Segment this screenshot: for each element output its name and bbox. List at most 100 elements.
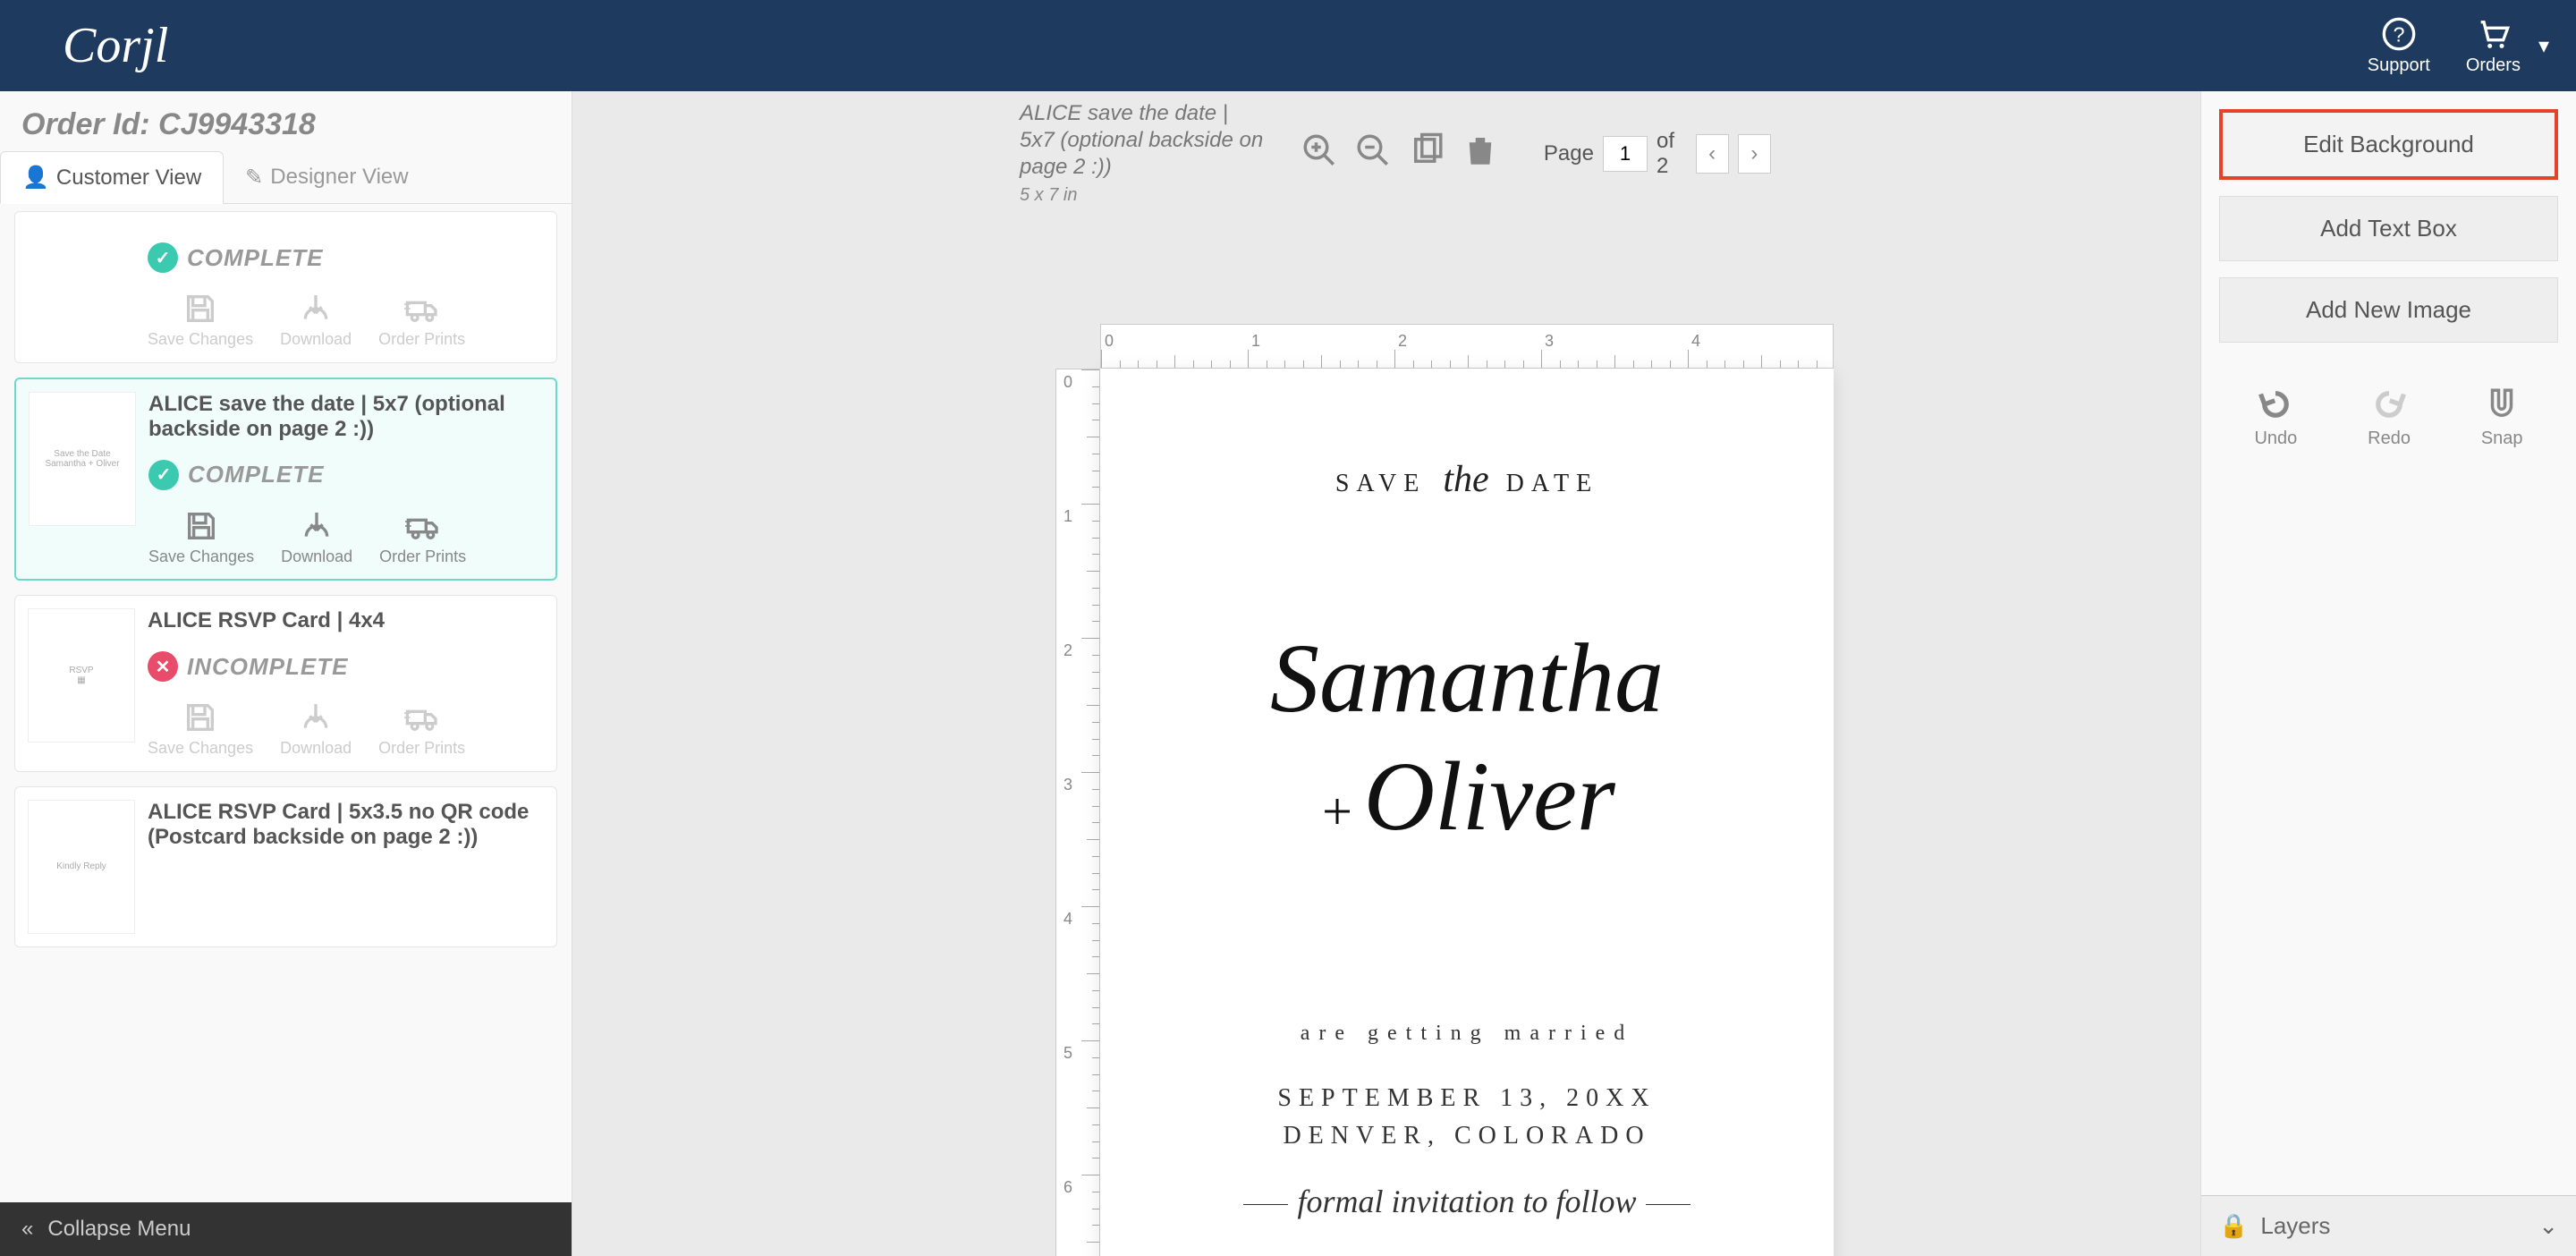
pencil-icon bbox=[245, 165, 263, 191]
magnet-icon bbox=[2483, 386, 2521, 423]
truck-icon bbox=[405, 508, 441, 544]
tab-designer-label: Designer View bbox=[270, 165, 408, 190]
item-card[interactable]: RSVP▦ ALICE RSVP Card | 4x4 ✕ INCOMPLETE… bbox=[14, 595, 557, 772]
zoom-in-button[interactable] bbox=[1301, 132, 1338, 175]
lock-icon: 🔒 bbox=[2219, 1212, 2248, 1240]
delete-button[interactable] bbox=[1462, 132, 1499, 175]
save-icon bbox=[183, 508, 219, 544]
save-the-date-heading[interactable]: SAVE the DATE bbox=[1100, 458, 1834, 501]
save-changes-button[interactable]: Save Changes bbox=[148, 508, 254, 567]
item-actions: Save Changes Download Order Prints bbox=[148, 291, 544, 350]
item-body: ALICE save the date | 5x7 (optional back… bbox=[148, 392, 543, 567]
download-button[interactable]: Download bbox=[280, 700, 352, 759]
trash-icon bbox=[1462, 132, 1499, 169]
save-changes-button[interactable]: Save Changes bbox=[148, 700, 253, 759]
item-card[interactable]: Save the DateSamantha + Oliver ALICE sav… bbox=[14, 378, 557, 581]
add-new-image-button[interactable]: Add New Image bbox=[2219, 277, 2558, 343]
status-row: ✓ COMPLETE bbox=[148, 460, 543, 490]
item-card[interactable]: ✓ COMPLETE Save Changes Download Order P… bbox=[14, 211, 557, 363]
order-prints-button[interactable]: Order Prints bbox=[378, 700, 465, 759]
download-icon bbox=[298, 291, 334, 327]
ruler-vertical: 0123456 bbox=[1055, 369, 1100, 1256]
ruler-tick-label: 3 bbox=[1063, 776, 1072, 794]
ruler-tick-label: 5 bbox=[1063, 1044, 1072, 1063]
getting-married-text[interactable]: are getting married bbox=[1100, 1022, 1834, 1046]
user-menu-dropdown[interactable]: ▾ bbox=[2538, 33, 2549, 59]
download-button[interactable]: Download bbox=[280, 291, 352, 350]
page-prev-button[interactable]: ‹ bbox=[1696, 134, 1729, 174]
item-card[interactable]: Kindly Reply ALICE RSVP Card | 5x3.5 no … bbox=[14, 786, 557, 947]
layers-panel-toggle[interactable]: 🔒 Layers ⌄ bbox=[2201, 1195, 2576, 1256]
app-header: Corjl ? Support Orders ▾ bbox=[0, 0, 2576, 91]
download-button[interactable]: Download bbox=[281, 508, 352, 567]
date-word: DATE bbox=[1506, 470, 1599, 497]
plus-symbol: + bbox=[1318, 782, 1355, 841]
save-icon bbox=[182, 700, 218, 735]
page-of-label: of 2 bbox=[1657, 129, 1687, 179]
download-icon bbox=[298, 700, 334, 735]
item-title: ALICE save the date | 5x7 (optional back… bbox=[148, 392, 543, 442]
check-icon: ✓ bbox=[148, 460, 179, 490]
item-body: ALICE RSVP Card | 5x3.5 no QR code (Post… bbox=[148, 800, 544, 934]
chevron-down-icon: ⌄ bbox=[2538, 1212, 2558, 1240]
help-icon: ? bbox=[2381, 16, 2417, 52]
undo-label: Undo bbox=[2254, 429, 2297, 449]
zoom-in-icon bbox=[1301, 132, 1338, 169]
status-row: ✕ INCOMPLETE bbox=[148, 651, 544, 682]
names-block[interactable]: Samantha +Oliver bbox=[1100, 619, 1834, 855]
order-prints-button[interactable]: Order Prints bbox=[379, 508, 466, 567]
ruler-tick-label: 2 bbox=[1063, 641, 1072, 660]
page-label: Page bbox=[1544, 141, 1594, 166]
ruler-tick-label: 2 bbox=[1398, 332, 1407, 351]
ruler-horizontal: 01234 bbox=[1100, 324, 1834, 369]
item-title: ALICE RSVP Card | 5x3.5 no QR code (Post… bbox=[148, 800, 544, 850]
order-prints-button[interactable]: Order Prints bbox=[378, 291, 465, 350]
truck-icon bbox=[404, 291, 440, 327]
cart-icon bbox=[2475, 16, 2511, 52]
event-location: DENVER, COLORADO bbox=[1100, 1117, 1834, 1155]
zoom-out-button[interactable] bbox=[1354, 132, 1392, 175]
canvas-area: ALICE save the date | 5x7 (optional back… bbox=[572, 91, 2200, 1256]
canvas-header: ALICE save the date | 5x7 (optional back… bbox=[1020, 100, 1771, 207]
orders-link[interactable]: Orders bbox=[2466, 16, 2521, 76]
add-text-box-button[interactable]: Add Text Box bbox=[2219, 196, 2558, 261]
snap-button[interactable]: Snap bbox=[2481, 386, 2523, 449]
left-panel: Order Id: CJ9943318 Customer View Design… bbox=[0, 91, 572, 1256]
tab-customer-label: Customer View bbox=[56, 165, 201, 191]
tab-designer-view[interactable]: Designer View bbox=[224, 151, 429, 203]
ruler-tick-label: 1 bbox=[1063, 507, 1072, 526]
status-text: COMPLETE bbox=[187, 244, 323, 272]
item-actions: Save Changes Download Order Prints bbox=[148, 700, 544, 759]
redo-button[interactable]: Redo bbox=[2368, 386, 2411, 449]
truck-icon bbox=[404, 700, 440, 735]
page-input[interactable] bbox=[1603, 136, 1648, 172]
collapse-menu-bar[interactable]: « Collapse Menu bbox=[0, 1202, 572, 1256]
chevron-left-icon: « bbox=[21, 1217, 33, 1242]
document-dims: 5 x 7 in bbox=[1020, 184, 1265, 207]
ruler-tick-label: 1 bbox=[1251, 332, 1260, 351]
page-canvas[interactable]: SAVE the DATE Samantha +Oliver are getti… bbox=[1100, 369, 1834, 1256]
item-thumbnail: Kindly Reply bbox=[28, 800, 135, 934]
copy-icon bbox=[1408, 132, 1445, 169]
document-title: ALICE save the date | 5x7 (optional back… bbox=[1020, 100, 1265, 181]
x-icon: ✕ bbox=[148, 651, 178, 682]
page-next-button[interactable]: › bbox=[1738, 134, 1771, 174]
undo-button[interactable]: Undo bbox=[2254, 386, 2297, 449]
right-panel: Edit Background Add Text Box Add New Ima… bbox=[2200, 91, 2576, 1256]
save-word: SAVE bbox=[1335, 470, 1427, 497]
undo-icon bbox=[2257, 386, 2294, 423]
items-list: ✓ COMPLETE Save Changes Download Order P… bbox=[0, 204, 572, 1256]
date-location-block[interactable]: SEPTEMBER 13, 20XX DENVER, COLORADO bbox=[1100, 1080, 1834, 1155]
support-link[interactable]: ? Support bbox=[2368, 16, 2430, 76]
layers-label: Layers bbox=[2260, 1212, 2330, 1240]
item-body: ALICE RSVP Card | 4x4 ✕ INCOMPLETE Save … bbox=[148, 608, 544, 759]
save-changes-button[interactable]: Save Changes bbox=[148, 291, 253, 350]
edit-background-button[interactable]: Edit Background bbox=[2219, 109, 2558, 180]
history-row: Undo Redo Snap bbox=[2219, 386, 2558, 449]
support-label: Support bbox=[2368, 55, 2430, 76]
copy-button[interactable] bbox=[1408, 132, 1445, 175]
formal-invitation-text[interactable]: formal invitation to follow bbox=[1100, 1183, 1834, 1220]
tab-customer-view[interactable]: Customer View bbox=[0, 151, 224, 204]
save-icon bbox=[182, 291, 218, 327]
document-title-block: ALICE save the date | 5x7 (optional back… bbox=[1020, 100, 1265, 207]
